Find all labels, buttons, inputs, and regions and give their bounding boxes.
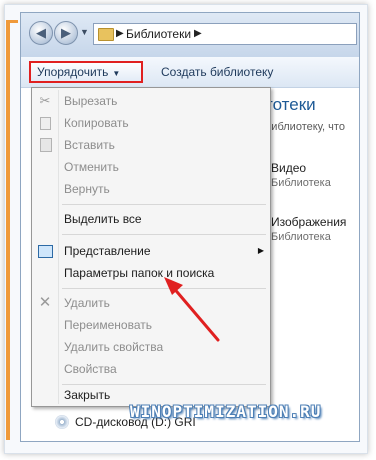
menu-separator <box>62 234 266 235</box>
menu-item-select-all[interactable]: Выделить все <box>32 208 270 230</box>
menu-item-label: Параметры папок и поиска <box>64 266 215 280</box>
menu-item-paste[interactable]: Вставить <box>32 134 270 156</box>
library-name-images[interactable]: Изображения <box>271 215 346 229</box>
copy-icon <box>40 117 51 130</box>
breadcrumb-separator-icon[interactable]: ▶ <box>116 28 124 39</box>
watermark-text: WINOPTIMIZATION.RU <box>130 402 322 421</box>
command-bar: Упорядочить ▼ Создать библиотеку <box>21 57 359 88</box>
menu-item-label: Вернуть <box>64 182 110 196</box>
menu-item-label: Удалить <box>64 296 110 310</box>
menu-item-copy[interactable]: Копировать <box>32 112 270 134</box>
content-subtitle: библиотеку, что <box>265 121 345 133</box>
delete-x-icon: ✕ <box>38 294 52 311</box>
menu-item-label: Представление <box>64 244 151 258</box>
menu-item-properties[interactable]: Свойства <box>32 358 270 380</box>
cd-drive-icon <box>55 415 69 429</box>
explorer-window: ◀ ▶ ▼ ▶ Библиотеки ▶ Упорядочить ▼ Создат… <box>20 12 360 442</box>
submenu-arrow-icon: ▶ <box>257 246 264 255</box>
menu-separator <box>62 288 266 289</box>
address-bar[interactable]: ▶ Библиотеки ▶ <box>93 23 357 45</box>
menu-item-label: Свойства <box>64 362 117 376</box>
forward-button[interactable]: ▶ <box>54 21 78 45</box>
frame-accent-corner <box>6 20 18 23</box>
menu-item-folder-options[interactable]: Параметры папок и поиска <box>32 262 270 284</box>
forward-arrow-icon: ▶ <box>61 25 71 40</box>
menu-item-layout[interactable]: Представление ▶ <box>32 240 270 262</box>
organize-button[interactable]: Упорядочить ▼ <box>29 61 143 83</box>
menu-item-remove-properties[interactable]: Удалить свойства <box>32 336 270 358</box>
chevron-down-icon: ▼ <box>112 69 121 78</box>
organize-menu: ✂ Вырезать Копировать Вставить Отменить … <box>31 87 271 407</box>
menu-item-rename[interactable]: Переименовать <box>32 314 270 336</box>
back-arrow-icon: ◀ <box>36 25 46 40</box>
content-title: тотеки <box>265 95 316 114</box>
menu-item-label: Вырезать <box>64 94 118 108</box>
menu-item-undo[interactable]: Отменить <box>32 156 270 178</box>
breadcrumb-libraries[interactable]: Библиотеки <box>126 27 191 41</box>
menu-item-label: Копировать <box>64 116 129 130</box>
menu-item-label: Закрыть <box>64 388 111 402</box>
library-type-video: Библиотека <box>271 177 331 189</box>
menu-item-label: Переименовать <box>64 318 152 332</box>
new-library-button[interactable]: Создать библиотеку <box>161 65 273 79</box>
breadcrumb-expand-icon[interactable]: ▶ <box>194 28 202 39</box>
folder-icon <box>98 28 114 41</box>
menu-item-label: Выделить все <box>64 212 142 226</box>
layout-icon <box>38 245 53 258</box>
organize-label: Упорядочить <box>37 65 109 79</box>
library-type-images: Библиотека <box>271 231 331 243</box>
menu-item-label: Вставить <box>64 138 115 152</box>
menu-item-label: Отменить <box>64 160 119 174</box>
menu-item-redo[interactable]: Вернуть <box>32 178 270 200</box>
scissors-icon: ✂ <box>39 93 51 108</box>
menu-item-delete[interactable]: ✕ Удалить <box>32 292 270 314</box>
recent-pages-dropdown-icon[interactable]: ▼ <box>80 27 89 37</box>
menu-item-label: Удалить свойства <box>64 340 164 354</box>
menu-separator <box>62 204 266 205</box>
paste-icon <box>40 138 52 152</box>
menu-item-cut[interactable]: ✂ Вырезать <box>32 90 270 112</box>
back-button[interactable]: ◀ <box>29 21 53 45</box>
frame-accent-line <box>6 20 10 440</box>
library-name-video[interactable]: Видео <box>271 161 306 175</box>
title-bar: ◀ ▶ ▼ ▶ Библиотеки ▶ <box>21 13 359 57</box>
